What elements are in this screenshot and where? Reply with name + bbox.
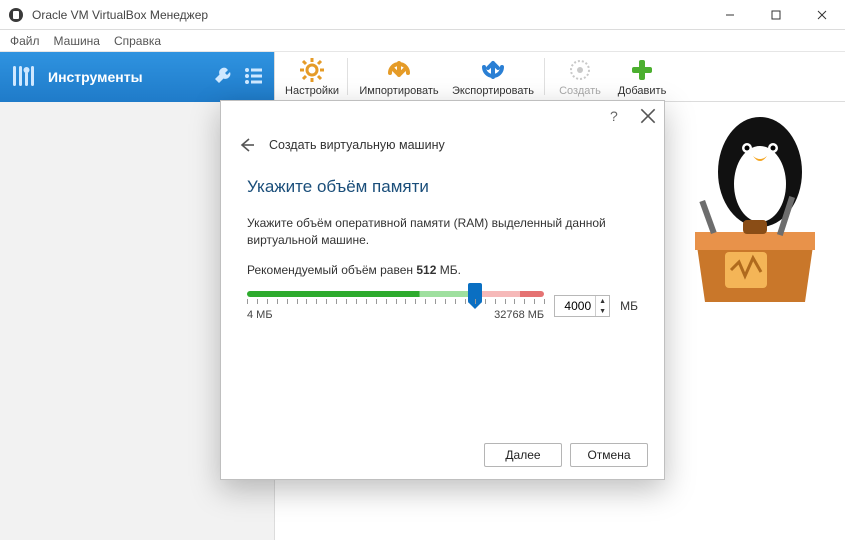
list-icon: [244, 66, 264, 89]
gear-icon: [299, 57, 325, 83]
wizard-breadcrumb: Создать виртуальную машину: [269, 138, 445, 152]
dialog-close-button[interactable]: [640, 108, 656, 124]
plus-icon: [629, 57, 655, 83]
memory-spinbox[interactable]: ▲ ▼: [554, 295, 610, 317]
dialog-help-button[interactable]: ?: [606, 108, 622, 124]
toolbar-create-label: Создать: [559, 85, 601, 97]
window-minimize-button[interactable]: [707, 0, 753, 30]
toolbar-create-button[interactable]: Создать: [549, 52, 611, 101]
memory-slider-track[interactable]: [247, 291, 544, 297]
import-icon: [386, 57, 412, 83]
wrench-icon: [212, 65, 234, 90]
window-maximize-button[interactable]: [753, 0, 799, 30]
menu-help[interactable]: Справка: [114, 34, 161, 48]
spin-up-button[interactable]: ▲: [596, 296, 609, 306]
menu-file[interactable]: Файл: [10, 34, 40, 48]
export-icon: [480, 57, 506, 83]
slider-min-label: 4 МБ: [247, 309, 273, 321]
toolbar-settings-button[interactable]: Настройки: [281, 52, 343, 101]
wizard-back-button[interactable]: [237, 135, 257, 155]
memory-input[interactable]: [555, 299, 595, 313]
wizard-cancel-button[interactable]: Отмена: [570, 443, 648, 467]
memory-unit-label: МБ: [620, 299, 638, 313]
window-close-button[interactable]: [799, 0, 845, 30]
slider-max-label: 32768 МБ: [494, 309, 544, 321]
toolbar-import-label: Импортировать: [359, 85, 438, 97]
toolbar-separator: [347, 58, 348, 95]
window-title: Oracle VM VirtualBox Менеджер: [32, 8, 208, 22]
toolbar-separator: [544, 58, 545, 95]
menu-machine[interactable]: Машина: [54, 34, 100, 48]
wizard-heading: Укажите объём памяти: [247, 177, 638, 197]
menubar: Файл Машина Справка: [0, 30, 845, 52]
toolbar-export-label: Экспортировать: [452, 85, 534, 97]
app-icon: [8, 7, 24, 23]
sidebar-item-label: Инструменты: [48, 69, 143, 85]
create-vm-wizard-dialog: ? Создать виртуальную машину Укажите объ…: [220, 100, 665, 480]
wizard-recommendation: Рекомендуемый объём равен 512 МБ.: [247, 262, 638, 279]
toolbar-add-button[interactable]: Добавить: [611, 52, 673, 101]
toolbar-add-label: Добавить: [618, 85, 667, 97]
toolbar-settings-label: Настройки: [285, 85, 339, 97]
toolbar: Настройки Импортировать Экспортировать: [275, 52, 845, 102]
slider-ticks: [247, 299, 544, 307]
svg-text:?: ?: [610, 108, 618, 124]
create-icon: [567, 57, 593, 83]
sidebar-item-instruments[interactable]: Инструменты: [0, 52, 274, 102]
mascot-image: [665, 112, 835, 312]
window-titlebar: Oracle VM VirtualBox Менеджер: [0, 0, 845, 30]
spin-down-button[interactable]: ▼: [596, 306, 609, 316]
tools-icon: [10, 62, 38, 93]
wizard-next-button[interactable]: Далее: [484, 443, 562, 467]
toolbar-export-button[interactable]: Экспортировать: [446, 52, 540, 101]
toolbar-import-button[interactable]: Импортировать: [352, 52, 446, 101]
wizard-description: Укажите объём оперативной памяти (RAM) в…: [247, 215, 638, 250]
